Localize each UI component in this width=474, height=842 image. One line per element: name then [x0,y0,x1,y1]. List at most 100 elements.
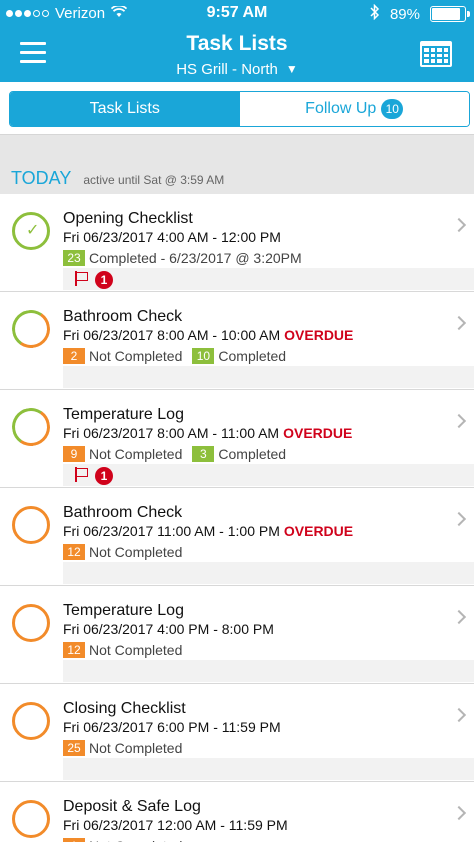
task-time: Fri 06/23/2017 8:00 AM - 10:00 AM OVERDUE [63,327,353,343]
count-item: 9 Not Completed [63,446,182,462]
task-time-range: Fri 06/23/2017 4:00 PM - 8:00 PM [63,621,274,637]
count-label: Not Completed [89,838,182,842]
chevron-right-icon [451,413,467,429]
task-footer [63,562,474,584]
count-label: Completed [218,446,287,462]
task-row[interactable]: Bathroom Check Fri 06/23/2017 8:00 AM - 1… [0,292,474,390]
segmented-control: Task Lists Follow Up 10 [9,91,470,127]
task-title: Bathroom Check [63,504,183,521]
section-title: TODAY [11,168,72,188]
task-time-range: Fri 06/23/2017 8:00 AM - 10:00 AM [63,327,281,343]
count-item: 3 Completed [192,446,286,462]
status-right: 89% [370,3,470,24]
chevron-right-icon [451,707,467,723]
status-bar: Verizon 9:57 AM 89% [0,0,474,28]
count-item: 23 Completed - 6/23/2017 @ 3:20PM [63,250,302,266]
task-time-range: Fri 06/23/2017 4:00 AM - 12:00 PM [63,229,281,245]
count-label: Not Completed [89,348,183,364]
task-row[interactable]: Bathroom Check Fri 06/23/2017 11:00 AM - … [0,488,474,586]
task-time: Fri 06/23/2017 8:00 AM - 11:00 AM OVERDUE [63,425,352,441]
location-label: HS Grill - North [176,61,278,78]
overdue-label: OVERDUE [283,425,353,441]
count-badge: 25 [63,740,85,756]
overdue-label: OVERDUE [283,523,354,539]
count-badge: 12 [63,642,85,658]
task-counts: 12 Not Completed [63,642,192,658]
caret-down-icon: ▼ [285,62,298,76]
task-time: Fri 06/23/2017 4:00 AM - 12:00 PM [63,229,281,245]
tab-task-lists-label: Task Lists [89,100,160,117]
chevron-right-icon [451,511,467,527]
task-counts: 25 Not Completed [63,740,192,756]
count-item: 12 Not Completed [63,544,182,560]
flag-icon [75,271,89,286]
battery-icon [430,6,470,22]
count-badge: 3 [192,446,215,462]
progress-ring-icon [12,702,50,740]
count-badge: 9 [63,446,85,462]
tab-follow-up-label: Follow Up [305,100,377,117]
task-row[interactable]: Deposit & Safe Log Fri 06/23/2017 12:00 A… [0,782,474,842]
progress-ring-icon [12,506,50,544]
task-footer: 1 [63,464,474,486]
progress-ring-icon [12,800,50,838]
count-label: Not Completed [89,642,183,658]
count-badge: 23 [63,250,85,266]
chevron-right-icon [451,805,467,821]
battery-percent: 89% [389,5,420,23]
progress-ring-icon [8,306,54,352]
progress-ring-icon: ✓ [12,212,50,250]
task-footer: 1 [63,268,474,290]
tab-follow-up[interactable]: Follow Up 10 [239,92,469,126]
follow-up-count-badge: 10 [381,99,404,119]
chevron-right-icon [451,217,467,233]
count-label: Not Completed [89,544,183,560]
task-counts: 12 Not Completed [63,544,192,560]
section-note: active until Sat @ 3:59 AM [83,173,225,187]
task-counts: 1 Not Completed [63,838,192,842]
task-footer [63,366,474,388]
task-time-range: Fri 06/23/2017 8:00 AM - 11:00 AM [63,425,280,441]
count-badge: 10 [192,348,215,364]
task-counts: 2 Not Completed 10 Completed [63,348,296,364]
task-counts: 9 Not Completed 3 Completed [63,446,296,462]
task-time: Fri 06/23/2017 4:00 PM - 8:00 PM [63,621,274,637]
task-row[interactable]: ✓ Opening Checklist Fri 06/23/2017 4:00 AM… [0,194,474,292]
flag-icon [75,467,89,482]
checkmark-icon: ✓ [26,222,40,239]
task-footer [63,660,474,682]
task-row[interactable]: Temperature Log Fri 06/23/2017 8:00 AM - … [0,390,474,488]
progress-ring-icon [12,604,50,642]
task-counts: 23 Completed - 6/23/2017 @ 3:20PM [63,250,312,266]
count-item: 10 Completed [192,348,286,364]
task-title: Temperature Log [63,406,184,423]
task-title: Opening Checklist [63,210,193,227]
count-item: 25 Not Completed [63,740,182,756]
count-label: Completed [218,348,287,364]
count-item: 2 Not Completed [63,348,182,364]
page-title: Task Lists [186,32,288,55]
bluetooth-icon [370,3,380,24]
task-row[interactable]: Closing Checklist Fri 06/23/2017 6:00 PM … [0,684,474,782]
flag-count-badge: 1 [95,467,113,485]
task-title: Temperature Log [63,602,184,619]
count-item: 1 Not Completed [63,838,182,842]
location-selector[interactable]: HS Grill - North ▼ [0,61,474,78]
nav-bar: Task Lists HS Grill - North ▼ [0,28,474,82]
task-time: Fri 06/23/2017 6:00 PM - 11:59 PM [63,719,281,735]
flag-count-badge: 1 [95,271,113,289]
count-badge: 12 [63,544,85,560]
count-label: Completed - 6/23/2017 @ 3:20PM [89,250,302,266]
tab-task-lists[interactable]: Task Lists [10,92,240,126]
task-time-range: Fri 06/23/2017 6:00 PM - 11:59 PM [63,719,281,735]
tab-bar: Task Lists Follow Up 10 [0,82,474,134]
count-label: Not Completed [89,446,183,462]
task-title: Deposit & Safe Log [63,798,201,815]
task-row[interactable]: Temperature Log Fri 06/23/2017 4:00 PM - … [0,586,474,684]
calendar-icon[interactable] [420,41,452,67]
chevron-right-icon [451,315,467,331]
count-badge: 2 [63,348,85,364]
task-title: Bathroom Check [63,308,183,325]
count-label: Not Completed [89,740,183,756]
task-list: ✓ Opening Checklist Fri 06/23/2017 4:00 AM… [0,194,474,842]
